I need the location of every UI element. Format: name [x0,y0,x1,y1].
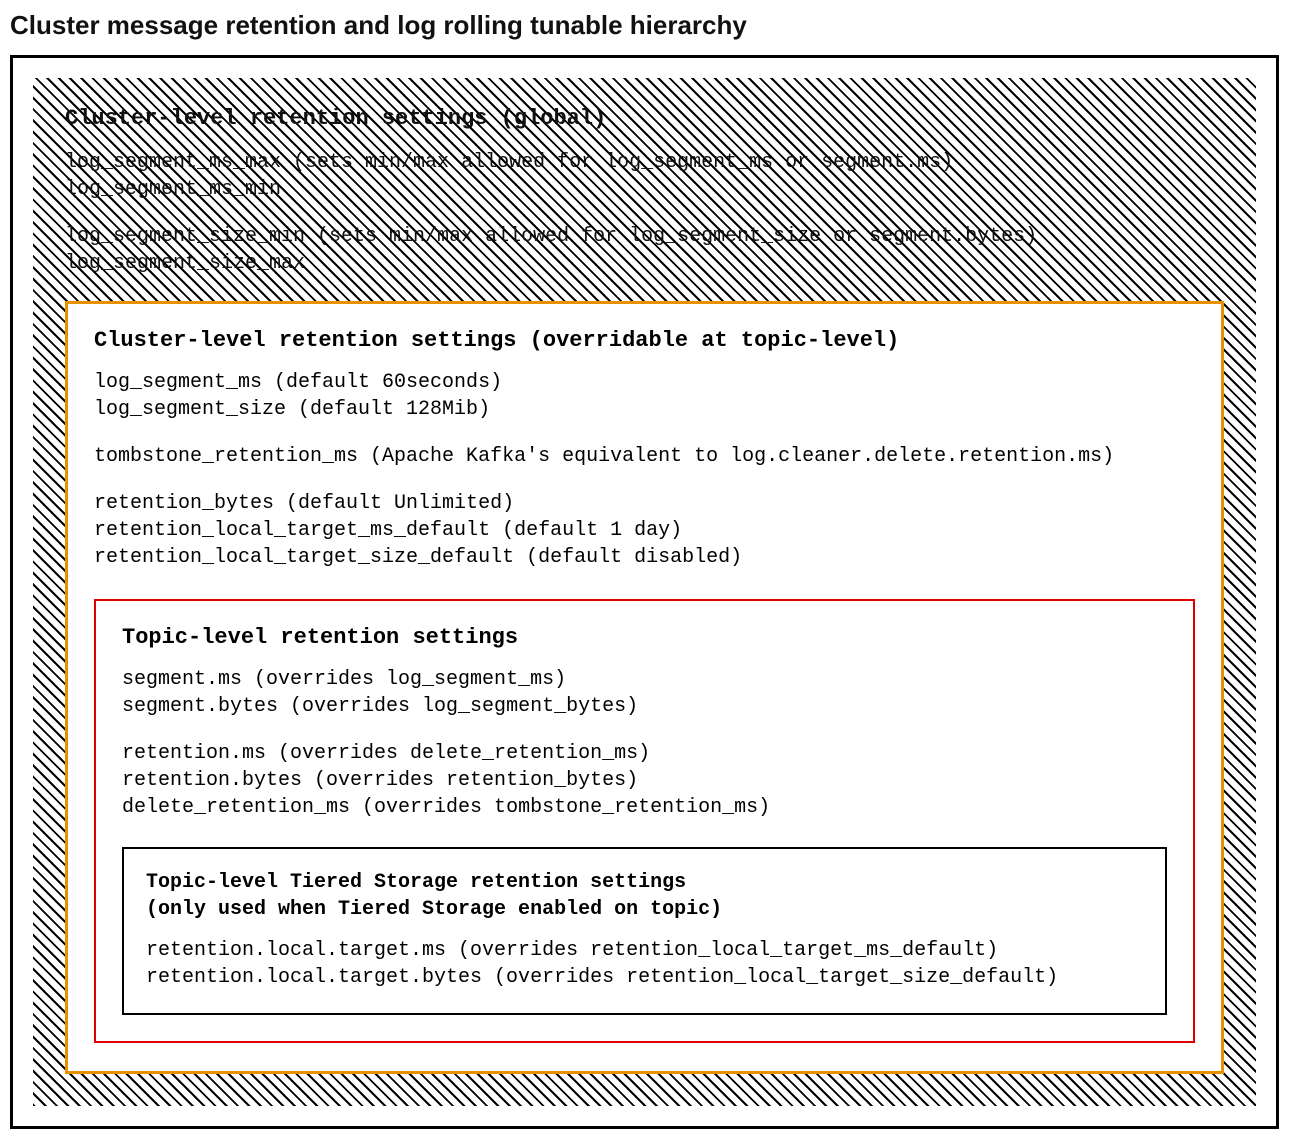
topic-line-5: delete_retention_ms (overrides tombstone… [122,794,1167,821]
cluster-line-4: retention_bytes (default Unlimited) [94,490,1195,517]
topic-settings-title: Topic-level retention settings [122,625,1167,650]
tiered-title-line-1: Topic-level Tiered Storage retention set… [146,869,1143,896]
topic-line-2: segment.bytes (overrides log_segment_byt… [122,693,1167,720]
topic-line-4: retention.bytes (overrides retention_byt… [122,767,1167,794]
topic-settings-box: Topic-level retention settings segment.m… [94,599,1195,1043]
global-line-3: log_segment_size_min (sets min/max allow… [65,223,1224,250]
outer-frame: Cluster-level retention settings (global… [10,55,1279,1129]
global-settings-box: Cluster-level retention settings (global… [33,78,1256,1106]
topic-line-1: segment.ms (overrides log_segment_ms) [122,666,1167,693]
cluster-settings-lines: log_segment_ms (default 60seconds) log_s… [94,369,1195,571]
topic-settings-lines: segment.ms (overrides log_segment_ms) se… [122,666,1167,821]
spacer [94,423,1195,443]
global-line-1: log_segment_ms_max (sets min/max allowed… [65,149,1224,176]
page-title: Cluster message retention and log rollin… [10,10,1279,41]
global-settings-lines: log_segment_ms_max (sets min/max allowed… [65,149,1224,277]
topic-line-3: retention.ms (overrides delete_retention… [122,740,1167,767]
cluster-line-3: tombstone_retention_ms (Apache Kafka's e… [94,443,1195,470]
cluster-line-6: retention_local_target_size_default (def… [94,544,1195,571]
spacer [65,203,1224,223]
global-line-4: log_segment_size_max [65,250,1224,277]
tiered-storage-title: Topic-level Tiered Storage retention set… [146,869,1143,923]
spacer [94,470,1195,490]
tiered-line-1: retention.local.target.ms (overrides ret… [146,937,1143,964]
tiered-storage-lines: retention.local.target.ms (overrides ret… [146,937,1143,991]
cluster-line-2: log_segment_size (default 128Mib) [94,396,1195,423]
cluster-settings-title: Cluster-level retention settings (overri… [94,328,1195,353]
global-line-2: log_segment_ms_min [65,176,1224,203]
cluster-line-5: retention_local_target_ms_default (defau… [94,517,1195,544]
cluster-settings-box: Cluster-level retention settings (overri… [65,301,1224,1074]
tiered-line-2: retention.local.target.bytes (overrides … [146,964,1143,991]
spacer [122,720,1167,740]
tiered-storage-box: Topic-level Tiered Storage retention set… [122,847,1167,1015]
tiered-title-line-2: (only used when Tiered Storage enabled o… [146,896,1143,923]
global-settings-title: Cluster-level retention settings (global… [65,106,1224,131]
cluster-line-1: log_segment_ms (default 60seconds) [94,369,1195,396]
